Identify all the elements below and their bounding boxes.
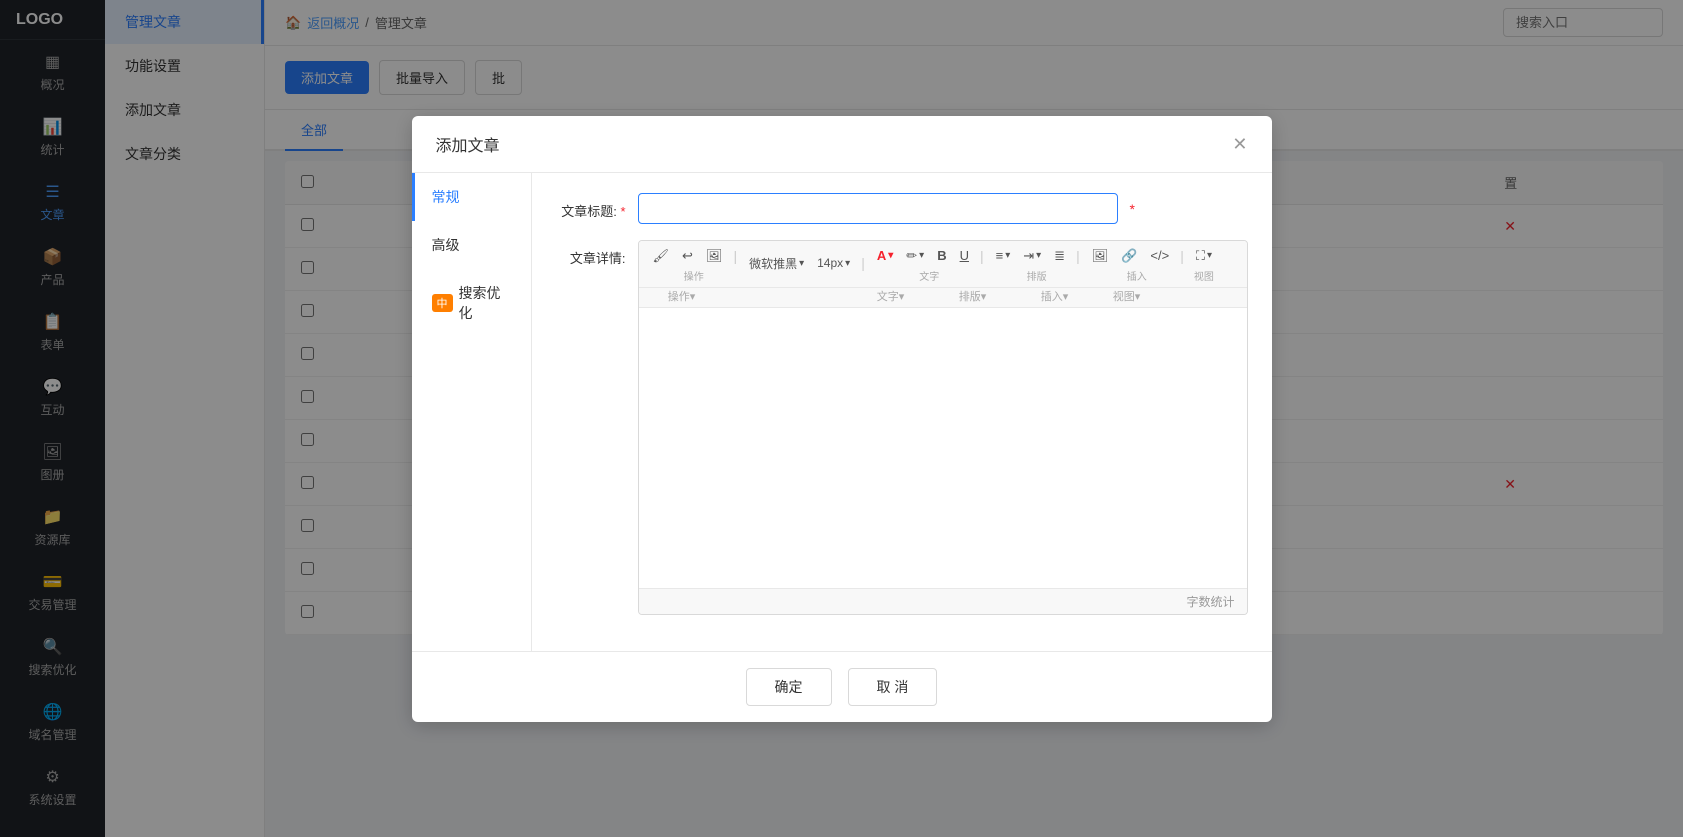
modal-header: 添加文章 ✕ bbox=[412, 116, 1272, 173]
toolbar-layout-btns: ≡ ▾ ⇥ ▾ ≣ | bbox=[990, 245, 1084, 267]
seo-badge: 中 bbox=[432, 294, 453, 312]
insert-label: 插入▾ bbox=[1015, 288, 1095, 304]
toolbar-operate-section: 🖌 ↩ 🖼 | 操作 bbox=[647, 245, 742, 283]
toolbar-bold-btn[interactable]: B bbox=[931, 245, 952, 266]
toolbar-highlight-btn[interactable]: ✏ ▾ bbox=[900, 245, 930, 267]
layout-label: 排版▾ bbox=[933, 288, 1013, 304]
toolbar-insert-label: 插入 bbox=[1127, 268, 1147, 283]
toolbar-fontcolor-btn[interactable]: A ▾ bbox=[871, 245, 899, 266]
editor-footer: 字数统计 bbox=[639, 588, 1247, 614]
modal-nav-seo-label: 搜索优化 bbox=[459, 283, 511, 323]
modal-close-button[interactable]: ✕ bbox=[1232, 135, 1247, 153]
word-count-label: 字数统计 bbox=[1186, 595, 1234, 609]
modal-cancel-button[interactable]: 取 消 bbox=[848, 668, 938, 706]
toolbar-align-btn[interactable]: ≡ ▾ bbox=[990, 245, 1017, 266]
modal-nav-general[interactable]: 常规 bbox=[412, 173, 531, 221]
title-row: 文章标题: * bbox=[556, 193, 1248, 224]
modal-nav-seo[interactable]: 中 搜索优化 bbox=[412, 269, 531, 337]
add-article-modal: 添加文章 ✕ 常规 高级 中 搜索优化 文章标题: * bbox=[412, 116, 1272, 722]
toolbar-code-btn[interactable]: </> bbox=[1144, 245, 1175, 266]
toolbar-font-section: 微软推黑 ▾ 14px ▾ | bbox=[743, 252, 869, 276]
font-label-spacer bbox=[719, 288, 849, 304]
toolbar-list-btn[interactable]: ≣ bbox=[1048, 245, 1071, 267]
editor-wrapper: 🖌 ↩ 🖼 | 操作 微软推黑 ▾ bbox=[638, 240, 1248, 615]
toolbar-view-btns: ⛶ ▾ bbox=[1190, 245, 1218, 267]
modal-form: 文章标题: * 文章详情: 🖌 ↩ bbox=[532, 173, 1272, 651]
toolbar-operate-btns: 🖌 ↩ 🖼 | bbox=[647, 245, 742, 267]
editor-content-area[interactable] bbox=[639, 308, 1247, 588]
toolbar-view-label: 视图 bbox=[1194, 268, 1214, 283]
toolbar-view-section: ⛶ ▾ 视图 bbox=[1190, 245, 1218, 283]
title-label: 文章标题: bbox=[556, 193, 626, 220]
detail-row: 文章详情: 🖌 ↩ 🖼 | bbox=[556, 240, 1248, 615]
article-title-input[interactable] bbox=[638, 193, 1118, 224]
modal-title: 添加文章 bbox=[436, 132, 500, 156]
modal-body: 常规 高级 中 搜索优化 文章标题: * 文章详情: bbox=[412, 173, 1272, 651]
modal-footer: 确定 取 消 bbox=[412, 651, 1272, 722]
toolbar-fullscreen-btn[interactable]: ⛶ ▾ bbox=[1190, 245, 1218, 267]
toolbar-undo-btn[interactable]: ↩ bbox=[676, 245, 699, 267]
toolbar-fontsize-btn[interactable]: 14px ▾ bbox=[811, 253, 856, 273]
editor-toolbar: 🖌 ↩ 🖼 | 操作 微软推黑 ▾ bbox=[639, 241, 1247, 288]
toolbar-labels-row: 操作▾ 文字▾ 排版▾ 插入▾ 视图▾ bbox=[639, 288, 1247, 308]
toolbar-underline-btn[interactable]: U bbox=[954, 245, 975, 266]
toolbar-link-btn[interactable]: 🔗 bbox=[1115, 245, 1143, 267]
toolbar-layout-section: ≡ ▾ ⇥ ▾ ≣ | 排版 bbox=[990, 245, 1084, 283]
toolbar-indent-btn[interactable]: ⇥ ▾ bbox=[1017, 245, 1047, 267]
view-label: 视图▾ bbox=[1097, 288, 1157, 304]
toolbar-fontname-btn[interactable]: 微软推黑 ▾ bbox=[743, 252, 810, 275]
operate-label: 操作▾ bbox=[647, 288, 717, 304]
modal-confirm-button[interactable]: 确定 bbox=[746, 668, 832, 706]
toolbar-layout-label: 排版 bbox=[1027, 268, 1047, 283]
toolbar-text-label: 文字 bbox=[919, 268, 939, 283]
modal-overlay: 添加文章 ✕ 常规 高级 中 搜索优化 文章标题: * bbox=[0, 0, 1683, 837]
toolbar-insert-btns: 🖼 🔗 </> | bbox=[1086, 245, 1188, 267]
detail-label: 文章详情: bbox=[556, 240, 626, 267]
text-label: 文字▾ bbox=[851, 288, 931, 304]
toolbar-image2-btn[interactable]: 🖼 bbox=[700, 245, 729, 267]
toolbar-text-btns: A ▾ ✏ ▾ B U | bbox=[871, 245, 988, 267]
toolbar-insert-section: 🖼 🔗 </> | 插入 bbox=[1086, 245, 1188, 283]
toolbar-paint-btn[interactable]: 🖌 bbox=[647, 245, 676, 267]
toolbar-text-section: A ▾ ✏ ▾ B U | 文字 bbox=[871, 245, 988, 283]
toolbar-operate-label: 操作 bbox=[684, 268, 704, 283]
modal-nav-advanced[interactable]: 高级 bbox=[412, 221, 531, 269]
modal-nav: 常规 高级 中 搜索优化 bbox=[412, 173, 532, 651]
toolbar-insertimage-btn[interactable]: 🖼 bbox=[1086, 245, 1115, 267]
required-marker: * bbox=[1130, 193, 1135, 217]
toolbar-font-btns: 微软推黑 ▾ 14px ▾ | bbox=[743, 252, 869, 275]
